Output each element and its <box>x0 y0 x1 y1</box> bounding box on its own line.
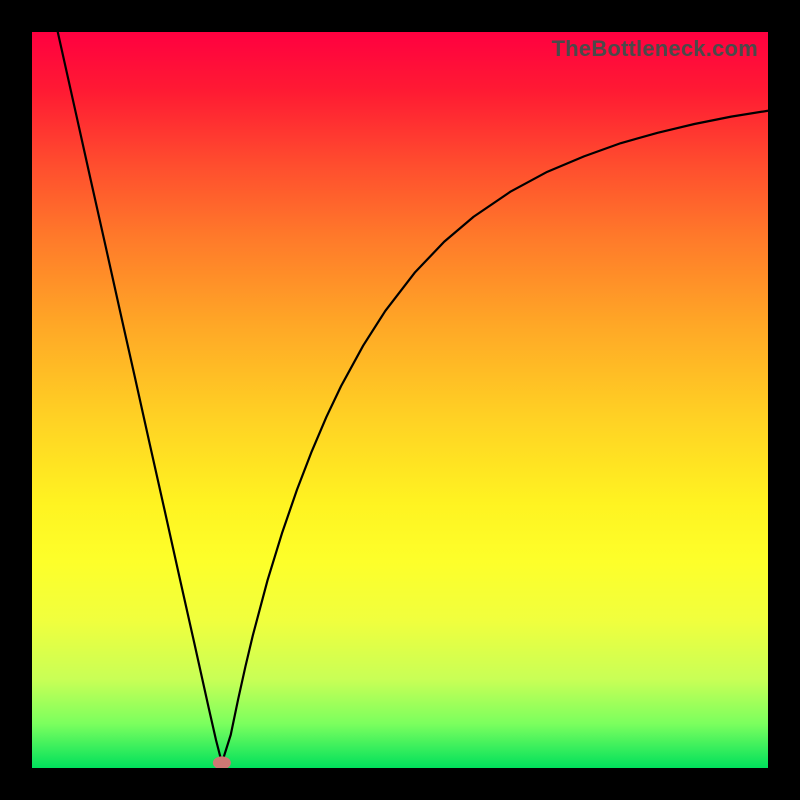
bottleneck-curve <box>58 32 768 763</box>
chart-svg <box>32 32 768 768</box>
chart-frame: TheBottleneck.com <box>0 0 800 800</box>
chart-plot-area: TheBottleneck.com <box>32 32 768 768</box>
minimum-marker-icon <box>213 756 231 768</box>
